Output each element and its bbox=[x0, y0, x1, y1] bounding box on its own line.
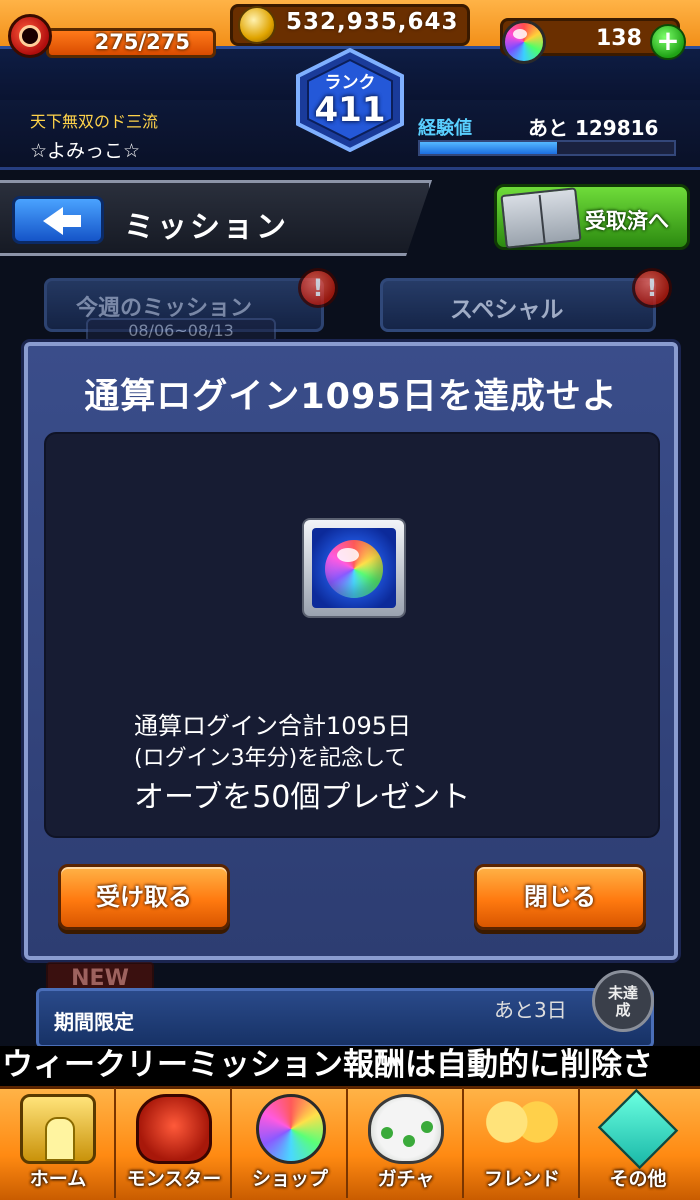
receive-button[interactable]: 受け取る bbox=[58, 864, 230, 930]
buy-orbs-button[interactable]: + bbox=[650, 24, 686, 60]
dialog-title: 通算ログイン1095日を達成せよ bbox=[84, 377, 618, 417]
back-button[interactable] bbox=[12, 196, 104, 244]
dialog-content: 通算ログイン合計1095日 (ログイン3年分)を記念して オーブを50個プレゼン… bbox=[44, 432, 660, 838]
reward-background bbox=[312, 528, 396, 608]
nav-other-label: その他 bbox=[609, 1168, 667, 1190]
nav-friend[interactable]: フレンド bbox=[464, 1088, 580, 1198]
home-icon bbox=[20, 1094, 96, 1164]
news-ticker: ウィークリーミッション報酬は自動的に削除さ bbox=[0, 1046, 700, 1086]
back-arrow-icon bbox=[43, 207, 81, 235]
nav-gacha-label: ガチャ bbox=[377, 1168, 435, 1190]
stamina-value: 275/275 bbox=[94, 30, 190, 54]
not-achieved-label: 未達成 bbox=[607, 984, 638, 1019]
nav-shop[interactable]: ショップ bbox=[232, 1088, 348, 1198]
coin-icon bbox=[238, 6, 276, 44]
player-title: 天下無双のド三流 bbox=[30, 112, 159, 131]
nav-monster[interactable]: モンスター bbox=[116, 1088, 232, 1198]
exp-progress-fill bbox=[420, 142, 558, 154]
rank-value: 411 bbox=[314, 90, 386, 130]
ticker-text: ウィークリーミッション報酬は自動的に削除さ bbox=[2, 1047, 653, 1083]
page-title: ミッション bbox=[124, 210, 289, 245]
coin-value: 532,935,643 bbox=[286, 9, 459, 35]
gacha-icon bbox=[368, 1094, 444, 1164]
received-label: 受取済へ bbox=[585, 209, 669, 233]
nav-gacha[interactable]: ガチャ bbox=[348, 1088, 464, 1198]
tab-special-label: スペシャル bbox=[450, 297, 564, 323]
received-missions-button[interactable]: 受取済へ bbox=[494, 184, 690, 250]
exp-remaining: あと 129816 bbox=[528, 116, 659, 140]
friend-icon bbox=[484, 1094, 560, 1164]
reward-description-line-1: 通算ログイン合計1095日 bbox=[134, 712, 412, 740]
book-icon bbox=[500, 187, 582, 249]
close-button[interactable]: 閉じる bbox=[474, 864, 646, 930]
stamina-icon bbox=[8, 14, 52, 58]
player-name: ☆よみっこ☆ bbox=[30, 140, 141, 162]
limited-label: 期間限定 bbox=[54, 1010, 134, 1034]
nav-monster-label: モンスター bbox=[126, 1168, 222, 1190]
nav-shop-label: ショップ bbox=[251, 1168, 328, 1190]
mission-dialog: 通算ログイン1095日を達成せよ 通算ログイン合計1095日 (ログイン3年分)… bbox=[24, 342, 678, 960]
other-icon bbox=[597, 1088, 679, 1170]
not-achieved-badge: 未達成 bbox=[592, 970, 654, 1032]
exp-label: 経験値 bbox=[418, 118, 472, 139]
exp-progress-bar bbox=[418, 140, 676, 156]
orb-icon bbox=[502, 20, 546, 64]
monster-icon bbox=[136, 1094, 212, 1164]
orb-reward-icon bbox=[325, 540, 383, 598]
nav-other[interactable]: その他 bbox=[580, 1088, 700, 1198]
reward-description-line-2: (ログイン3年分)を記念して bbox=[134, 746, 407, 771]
reward-description-line-3: オーブを50個プレゼント bbox=[134, 780, 471, 815]
special-alert-icon: ! bbox=[632, 268, 672, 308]
nav-home[interactable]: ホーム bbox=[0, 1088, 116, 1198]
orb-value: 138 bbox=[596, 26, 642, 51]
weekly-date-range: 08/06~08/13 bbox=[86, 318, 276, 344]
reward-frame bbox=[302, 518, 406, 618]
remaining-days: あと3日 bbox=[494, 998, 567, 1022]
shop-icon bbox=[256, 1094, 326, 1164]
weekly-alert-icon: ! bbox=[298, 268, 338, 308]
nav-friend-label: フレンド bbox=[483, 1168, 560, 1190]
nav-home-label: ホーム bbox=[29, 1168, 87, 1190]
